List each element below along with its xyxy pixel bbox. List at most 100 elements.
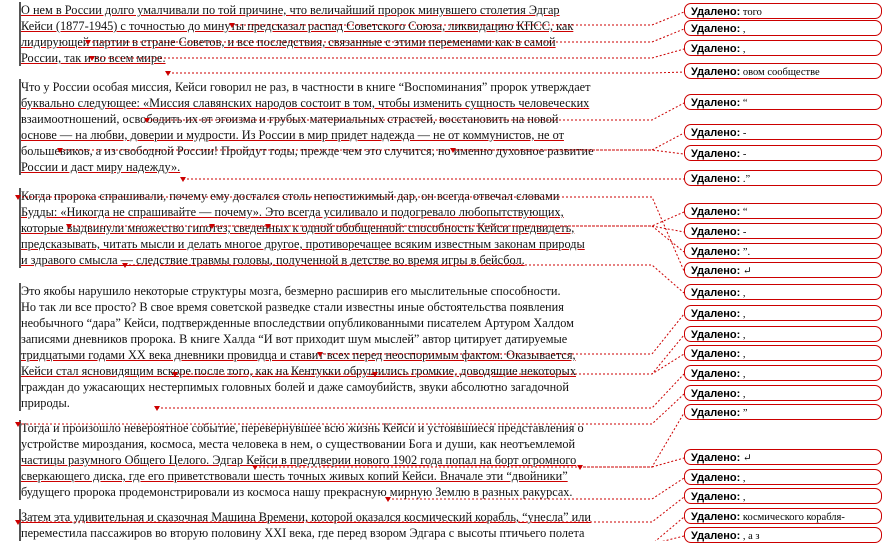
deletion-marker[interactable] bbox=[144, 118, 150, 123]
deletion-marker[interactable] bbox=[252, 465, 258, 470]
paragraph[interactable]: Затем эта удивительная и сказочная Машин… bbox=[19, 509, 649, 541]
text-line: России, так и во всем мире. bbox=[21, 51, 166, 65]
deleted-text: “ bbox=[740, 207, 748, 218]
text-line: частицы разумного Общего Целого. Эдгар К… bbox=[21, 453, 577, 467]
deletion-balloon[interactable]: Удалено: ↵ bbox=[684, 449, 882, 465]
deletion-balloon[interactable]: Удалено: ↵ bbox=[684, 262, 882, 278]
deleted-text: , bbox=[740, 24, 746, 35]
deletion-marker[interactable] bbox=[66, 224, 72, 229]
deletion-marker[interactable] bbox=[229, 23, 235, 28]
paragraph[interactable]: Тогда и произошло невероятное событие, п… bbox=[19, 420, 649, 500]
paragraph[interactable]: О нем в России долго умалчивали по той п… bbox=[19, 2, 649, 66]
deletion-marker[interactable] bbox=[450, 148, 456, 153]
deletion-marker[interactable] bbox=[209, 224, 215, 229]
deletion-balloon[interactable]: Удалено: ”. bbox=[684, 243, 882, 259]
deletion-marker[interactable] bbox=[15, 195, 21, 200]
deletion-balloon[interactable]: Удалено: , bbox=[684, 365, 882, 381]
deletion-balloon[interactable]: Удалено: , bbox=[684, 345, 882, 361]
deleted-text: ↵ bbox=[740, 266, 752, 277]
deletion-balloon[interactable]: Удалено: , bbox=[684, 469, 882, 485]
paragraph[interactable]: Это якобы нарушило некоторые структуры м… bbox=[19, 283, 649, 411]
deleted-text: , bbox=[740, 349, 746, 360]
text-line: лидирующей партии в стране Советов, и вс… bbox=[21, 35, 556, 49]
text-line: Тогда и произошло невероятное событие, п… bbox=[21, 421, 584, 435]
deletion-balloon[interactable]: Удалено: - bbox=[684, 223, 882, 239]
deletion-balloon[interactable]: Удалено: ” bbox=[684, 404, 882, 420]
deletion-balloon[interactable]: Удалено: - bbox=[684, 124, 882, 140]
deletion-balloon[interactable]: Удалено: , bbox=[684, 305, 882, 321]
text-line: тридцатыми годами XX века дневники прови… bbox=[21, 348, 576, 362]
deletion-balloon[interactable]: Удалено: , bbox=[684, 284, 882, 300]
text-line: записями дневников пророка. В книге Халд… bbox=[21, 332, 568, 346]
deletion-marker[interactable] bbox=[15, 520, 21, 525]
deletion-marker[interactable] bbox=[265, 224, 271, 229]
deleted-text: , bbox=[740, 389, 746, 400]
text-line: Кейси (1877-1945) с точностью до минуты … bbox=[21, 19, 574, 33]
deletion-label: Удалено: bbox=[691, 43, 741, 55]
text-line: Затем эта удивительная и сказочная Машин… bbox=[21, 510, 591, 524]
text-line: взаимоотношений, освободить их от эгоизм… bbox=[21, 112, 559, 126]
deletion-marker[interactable] bbox=[15, 422, 21, 427]
deletion-marker[interactable] bbox=[165, 71, 171, 76]
deletion-marker[interactable] bbox=[122, 263, 128, 268]
deletion-marker[interactable] bbox=[577, 465, 583, 470]
text-line: Будды: «Никогда не спрашивайте — почему»… bbox=[21, 205, 564, 219]
deletion-label: Удалено: bbox=[691, 388, 741, 400]
deleted-text: ”. bbox=[740, 247, 751, 258]
deletion-marker[interactable] bbox=[57, 148, 63, 153]
deletion-label: Удалено: bbox=[691, 97, 741, 109]
deleted-text: овом сообществе bbox=[740, 67, 820, 78]
deletion-marker[interactable] bbox=[89, 56, 95, 61]
paragraph[interactable]: Когда пророка спрашивали, почему ему дос… bbox=[19, 188, 649, 268]
text-line: необычного “дара” Кейси, подтвержденные … bbox=[21, 316, 574, 330]
deletion-marker[interactable] bbox=[180, 177, 186, 182]
text-line: большевиков, а из свободной России! Прой… bbox=[21, 144, 594, 158]
deletion-balloon[interactable]: Удалено: , bbox=[684, 20, 882, 36]
document-page[interactable]: О нем в России долго умалчивали по той п… bbox=[0, 0, 654, 541]
deleted-text: .” bbox=[740, 174, 751, 185]
deletion-balloon[interactable]: Удалено: - bbox=[684, 145, 882, 161]
deletion-balloon[interactable]: Удалено: , bbox=[684, 326, 882, 342]
deletion-label: Удалено: bbox=[691, 66, 741, 78]
deletion-marker[interactable] bbox=[385, 497, 391, 502]
deletion-marker[interactable] bbox=[317, 352, 323, 357]
deletion-balloon[interactable]: Удалено: космического корабля- bbox=[684, 508, 882, 524]
deleted-text: , bbox=[740, 473, 746, 484]
deletion-marker[interactable] bbox=[154, 406, 160, 411]
text-line: предсказывать, читать мысли и делать мно… bbox=[21, 237, 585, 251]
text-line: О нем в России долго умалчивали по той п… bbox=[21, 3, 560, 17]
deletion-label: Удалено: bbox=[691, 308, 741, 320]
deletion-balloon[interactable]: Удалено: “ bbox=[684, 203, 882, 219]
deletion-label: Удалено: bbox=[691, 511, 741, 523]
deletion-label: Удалено: bbox=[691, 348, 741, 360]
text-line: основе — на любви, доверии и мудрости. И… bbox=[21, 128, 564, 142]
deleted-text: ↵ bbox=[740, 453, 752, 464]
text-line: Но так ли все просто? В свое время совет… bbox=[21, 300, 564, 314]
text-line: Когда пророка спрашивали, почему ему дос… bbox=[21, 189, 560, 203]
deleted-text: того bbox=[740, 7, 762, 18]
deleted-text: космического корабля- bbox=[740, 512, 845, 523]
deletion-label: Удалено: bbox=[691, 23, 741, 35]
deletion-label: Удалено: bbox=[691, 287, 741, 299]
deleted-text: , а з bbox=[740, 531, 760, 542]
deletion-balloon[interactable]: Удалено: , bbox=[684, 488, 882, 504]
deletion-marker[interactable] bbox=[172, 372, 178, 377]
deletion-label: Удалено: bbox=[691, 226, 741, 238]
deletion-marker[interactable] bbox=[372, 372, 378, 377]
deletion-balloon[interactable]: Удалено: овом сообществе bbox=[684, 63, 882, 79]
deleted-text: , bbox=[740, 492, 746, 503]
deletion-balloon[interactable]: Удалено: , bbox=[684, 40, 882, 56]
deletion-balloon[interactable]: Удалено: “ bbox=[684, 94, 882, 110]
deleted-text: , bbox=[740, 330, 746, 341]
deletion-balloon[interactable]: Удалено: .” bbox=[684, 170, 882, 186]
deletion-balloon[interactable]: Удалено: , bbox=[684, 385, 882, 401]
deletion-marker[interactable] bbox=[85, 40, 91, 45]
text-line: граждан до ужасающих нестерпимых головны… bbox=[21, 380, 569, 394]
deleted-text: “ bbox=[740, 98, 748, 109]
text-line: Это якобы нарушило некоторые структуры м… bbox=[21, 284, 561, 298]
deletion-label: Удалено: bbox=[691, 452, 741, 464]
deletion-balloon[interactable]: Удалено: того bbox=[684, 3, 882, 19]
deletion-label: Удалено: bbox=[691, 329, 741, 341]
paragraph[interactable]: Что у России особая миссия, Кейси говори… bbox=[19, 79, 649, 175]
text-line: России и даст миру надежду». bbox=[21, 160, 181, 174]
